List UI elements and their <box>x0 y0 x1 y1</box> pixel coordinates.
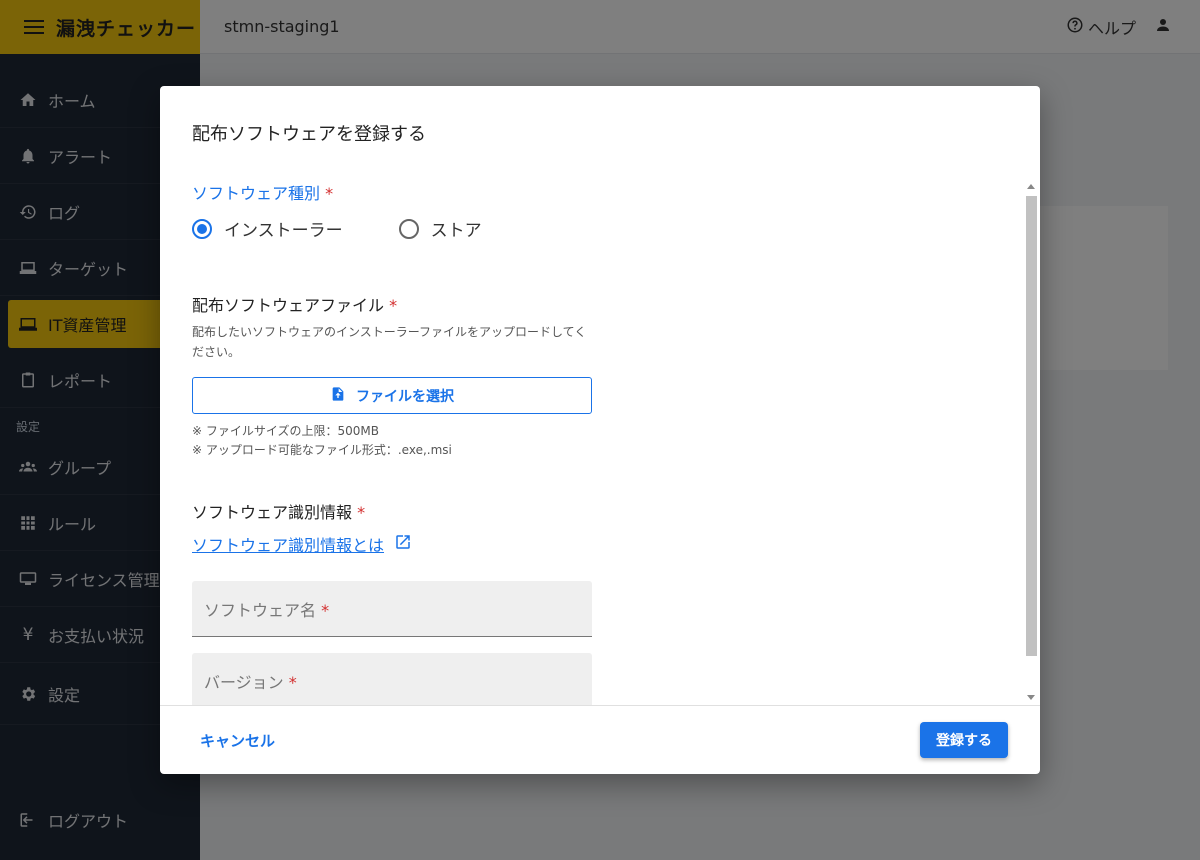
select-file-label: ファイルを選択 <box>356 388 454 405</box>
identification-label: ソフトウェア識別情報 * <box>192 499 365 523</box>
required-mark: * <box>389 296 398 315</box>
radio-installer[interactable]: インストーラー <box>192 216 343 241</box>
software-type-label: ソフトウェア種別 * <box>192 180 333 204</box>
note-size: ※ ファイルサイズの上限：500MB <box>192 424 380 438</box>
register-software-dialog: 配布ソフトウェアを登録する ソフトウェア種別 * インストーラー ストア 配布ソ… <box>160 86 1040 774</box>
file-description: 配布したいソフトウェアのインストーラーファイルをアップロードしてください。 <box>192 325 587 359</box>
required-mark: * <box>288 673 297 692</box>
radio-store-label: ストア <box>430 221 482 241</box>
radio-checked-icon[interactable] <box>192 218 212 239</box>
identification-link-text[interactable]: ソフトウェア識別情報とは <box>192 532 384 556</box>
dialog-title: 配布ソフトウェアを登録する <box>192 124 426 145</box>
dialog-scrollbar[interactable] <box>1024 182 1038 702</box>
version-placeholder: バージョン <box>204 673 284 692</box>
required-mark: * <box>321 601 330 620</box>
software-name-placeholder: ソフトウェア名 <box>204 601 317 620</box>
note-formats: ※ アップロード可能なファイル形式：.exe,.msi <box>192 443 452 457</box>
software-type-radio-group: インストーラー ストア <box>192 216 482 241</box>
file-upload-icon <box>330 386 346 406</box>
radio-unchecked-icon[interactable] <box>398 218 419 239</box>
select-file-button[interactable]: ファイルを選択 <box>192 377 592 414</box>
identification-label-text: ソフトウェア識別情報 <box>192 503 353 522</box>
required-mark: * <box>357 503 366 522</box>
identification-help-link[interactable]: ソフトウェア識別情報とは <box>192 532 412 556</box>
version-field[interactable]: バージョン * <box>192 653 592 705</box>
register-button[interactable]: 登録する <box>920 722 1008 758</box>
scroll-thumb[interactable] <box>1026 196 1037 656</box>
dialog-body: ソフトウェア種別 * インストーラー ストア 配布ソフトウェアファイル * 配布… <box>160 172 1040 705</box>
file-notes: ※ ファイルサイズの上限：500MB ※ アップロード可能なファイル形式：.ex… <box>192 422 452 460</box>
radio-store[interactable]: ストア <box>398 216 482 241</box>
scroll-down-arrow-icon[interactable] <box>1027 695 1035 700</box>
radio-installer-label: インストーラー <box>224 221 343 241</box>
scroll-up-arrow-icon[interactable] <box>1027 184 1035 189</box>
external-link-icon <box>394 533 412 555</box>
file-section-label-text: 配布ソフトウェアファイル <box>192 296 385 315</box>
required-mark: * <box>325 184 334 203</box>
software-type-label-text: ソフトウェア種別 <box>192 184 321 203</box>
cancel-button[interactable]: キャンセル <box>200 730 275 751</box>
file-section-label: 配布ソフトウェアファイル * <box>192 292 397 316</box>
dialog-footer: キャンセル 登録する <box>160 705 1040 774</box>
software-name-field[interactable]: ソフトウェア名 * <box>192 581 592 637</box>
